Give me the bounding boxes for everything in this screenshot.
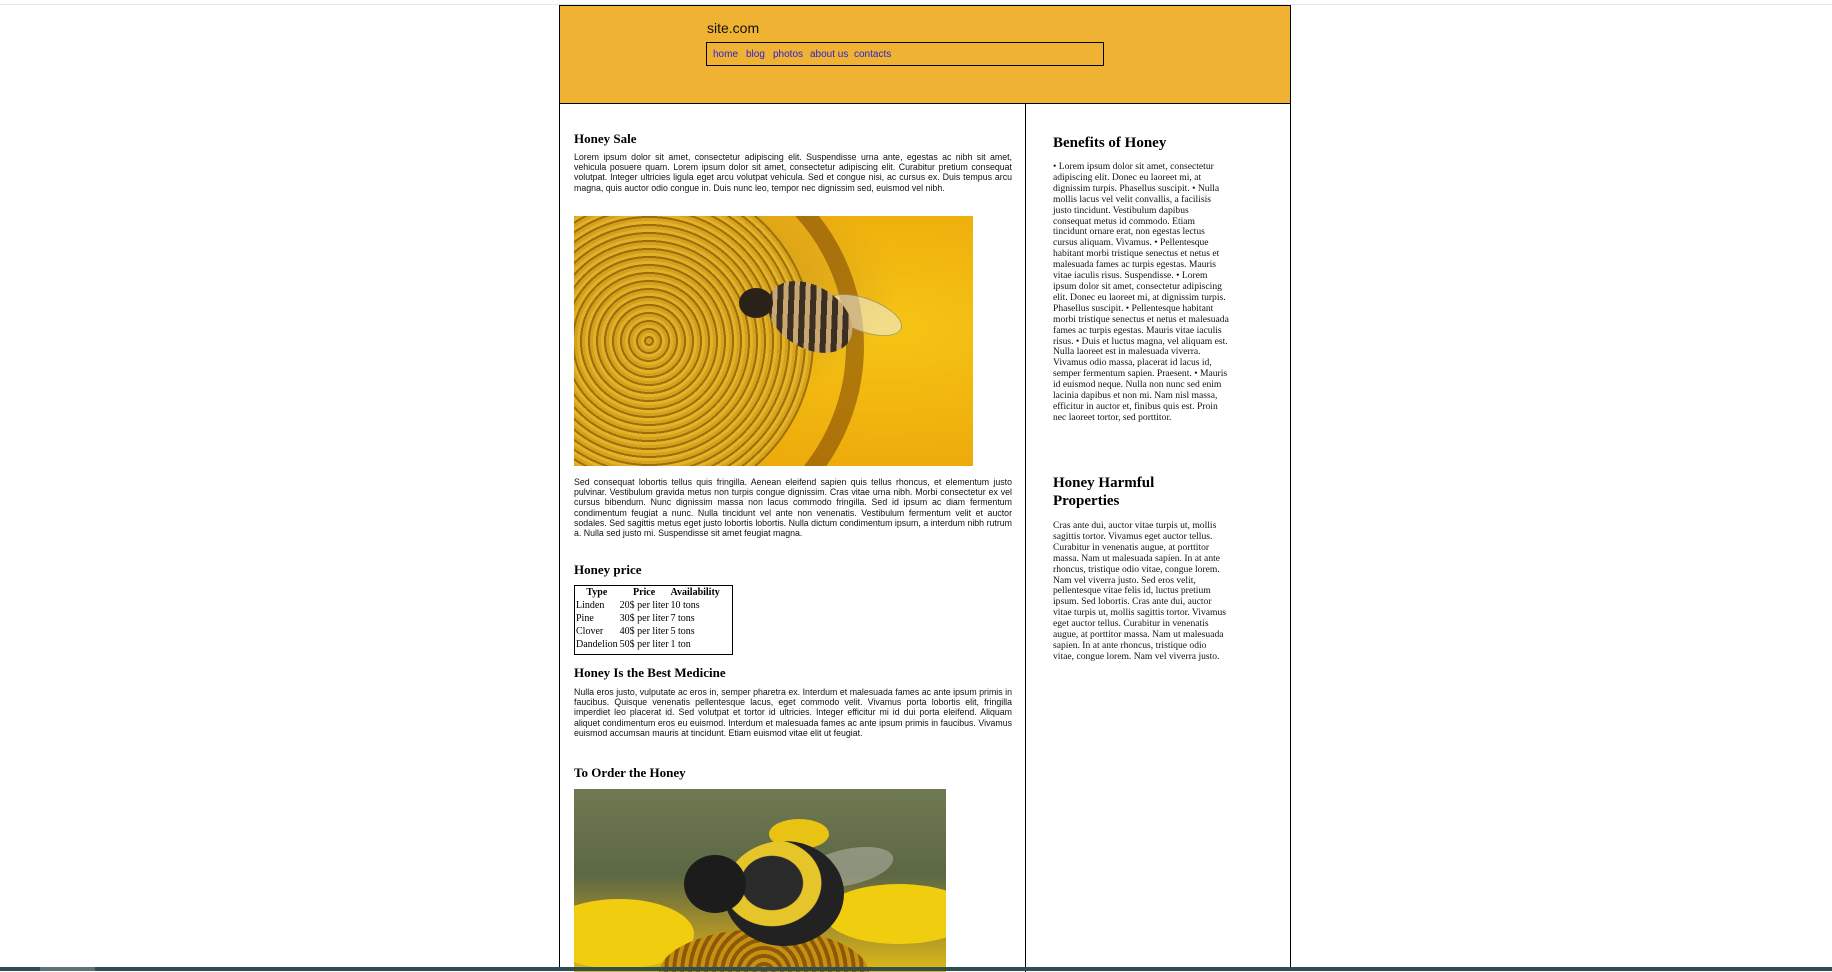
harmful-heading: Honey Harmful Properties (1053, 475, 1155, 509)
order-heading: To Order the Honey (574, 765, 686, 780)
benefits-heading: Benefits of Honey (1053, 135, 1167, 151)
site-header: site.com home blog photos about us conta… (560, 6, 1290, 104)
cell-availability: 1 ton (670, 639, 691, 650)
medicine-heading: Honey Is the Best Medicine (574, 665, 726, 680)
honey-description-text: Sed consequat lobortis tellus quis fring… (574, 477, 1012, 539)
sidebar: Benefits of Honey • Lorem ipsum dolor si… (1026, 104, 1290, 972)
cell-price: 40$ per liter (619, 626, 669, 637)
cell-price: 50$ per liter (619, 639, 669, 650)
main-nav: home blog photos about us contacts (706, 42, 1104, 66)
cell-type: Dandelion (576, 639, 618, 650)
scrollbar-thumb[interactable] (40, 967, 95, 971)
col-price: Price (632, 587, 656, 598)
main-content: Honey Sale Lorem ipsum dolor sit amet, c… (560, 104, 1026, 972)
bumblebee-sunflower-image (574, 789, 946, 972)
table-row: Dandelion 50$ per liter 1 ton (575, 638, 721, 651)
honey-price-table: Type Price Availability Linden 20$ per l… (574, 585, 733, 655)
benefits-text: • Lorem ipsum dolor sit amet, consectetu… (1053, 161, 1229, 423)
honey-price-heading: Honey price (574, 562, 642, 577)
nav-blog[interactable]: blog (746, 49, 765, 60)
nav-contacts[interactable]: contacts (854, 49, 891, 60)
bottom-scrollbar[interactable] (0, 967, 1832, 971)
cell-availability: 7 tons (670, 613, 695, 624)
nav-home[interactable]: home (713, 49, 738, 60)
nav-about-us[interactable]: about us (810, 49, 848, 60)
cell-type: Clover (576, 626, 604, 637)
sunflower-bee-image (574, 216, 973, 466)
col-availability: Availability (670, 587, 720, 598)
cell-availability: 5 tons (670, 626, 695, 637)
cell-type: Pine (576, 613, 594, 624)
harmful-text: Cras ante dui, auctor vitae turpis ut, m… (1053, 520, 1226, 662)
cell-price: 20$ per liter (619, 600, 669, 611)
table-row: Clover 40$ per liter 5 tons (575, 625, 721, 638)
col-type: Type (586, 587, 608, 598)
nav-photos[interactable]: photos (773, 49, 803, 60)
cell-availability: 10 tons (670, 600, 700, 611)
browser-viewport: site.com home blog photos about us conta… (0, 0, 1832, 972)
table-header-row: Type Price Availability (575, 586, 721, 599)
table-row: Linden 20$ per liter 10 tons (575, 599, 721, 612)
table-row: Pine 30$ per liter 7 tons (575, 612, 721, 625)
medicine-text: Nulla eros justo, vulputate ac eros in, … (574, 687, 1012, 738)
cell-price: 30$ per liter (619, 613, 669, 624)
site-container: site.com home blog photos about us conta… (559, 5, 1291, 972)
honey-sale-text: Lorem ipsum dolor sit amet, consectetur … (574, 152, 1012, 193)
cell-type: Linden (576, 600, 605, 611)
honey-sale-heading: Honey Sale (574, 131, 637, 146)
site-logo[interactable]: site.com (707, 20, 759, 36)
